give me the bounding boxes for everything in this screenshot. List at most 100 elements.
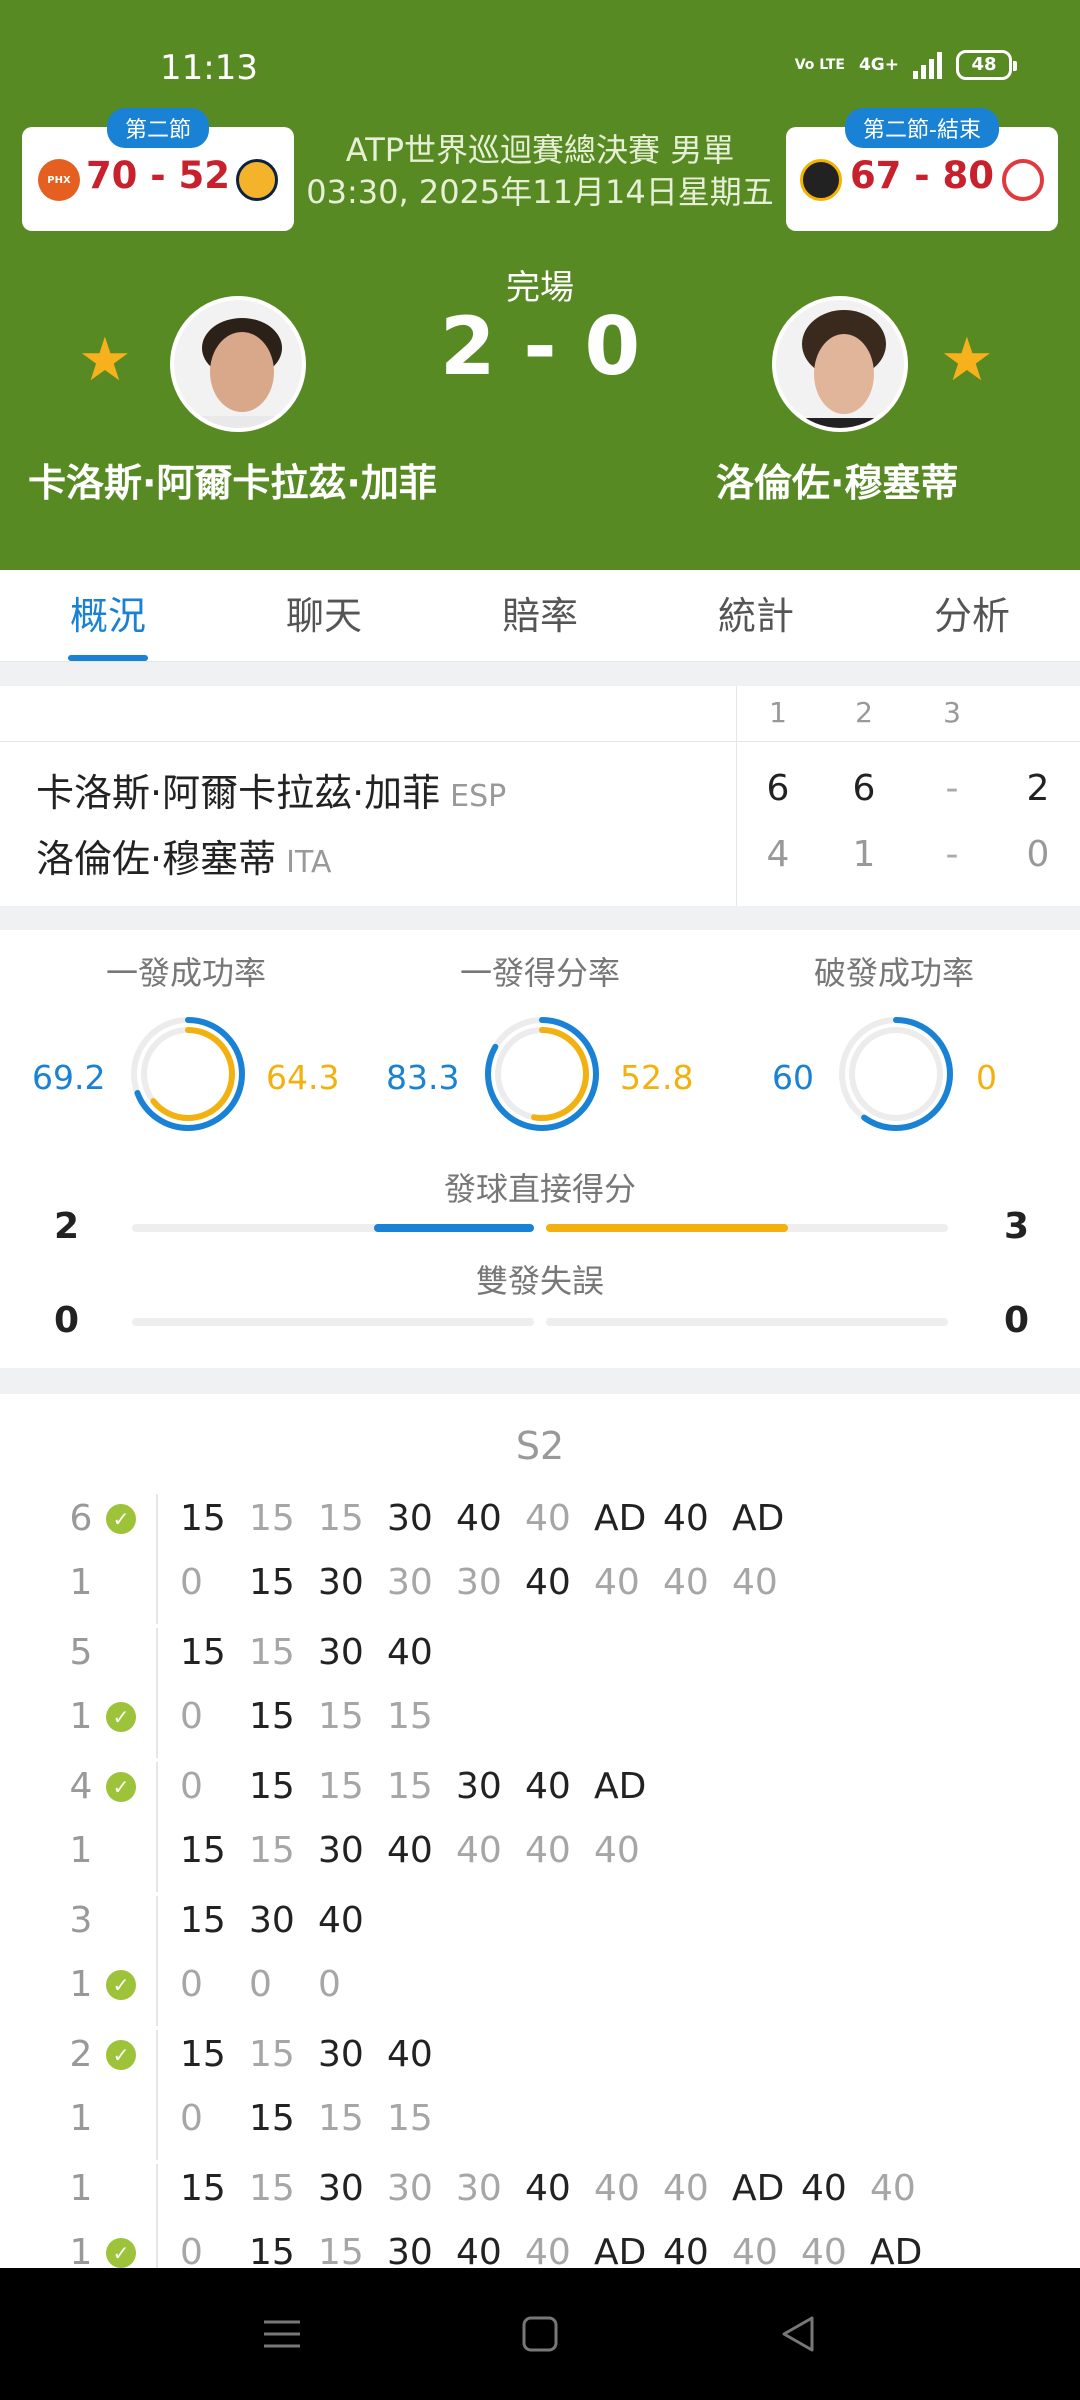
game-score-top: 6 (69, 1498, 93, 1539)
tab-chat[interactable]: 聊天 (216, 570, 432, 661)
point-score: 40 (732, 2232, 778, 2268)
scoreboard-row-player1: 卡洛斯·阿爾卡拉茲·加菲 ESP 6 6 - 2 (0, 754, 1080, 820)
double-faults-track-right (546, 1318, 948, 1326)
game-row: 4 1 ✓ 0 15 15 15 30 40 AD 15 15 30 40 40 40 40 (0, 1762, 1080, 1892)
tab-overview[interactable]: 概況 (0, 570, 216, 661)
player2-avatar[interactable] (772, 296, 908, 432)
game-score-top: 2 (69, 2034, 93, 2075)
point-score: 40 (594, 2168, 640, 2209)
point-score: 15 (318, 1766, 364, 1807)
point-score: 15 (180, 2034, 226, 2075)
stat-title-break-points: 破發成功率 (813, 954, 974, 992)
game-score-top: 5 (69, 1632, 93, 1673)
points-bot: 0 15 30 30 30 40 40 40 40 (180, 1562, 801, 1603)
tennis-ball-serve-icon: ✓ (106, 1970, 136, 2000)
point-score: 15 (387, 1766, 433, 1807)
sets-total: 2 (1026, 768, 1050, 809)
tennis-ball-serve-icon: ✓ (106, 1702, 136, 1732)
stat-right-value: 0 (976, 1058, 997, 1097)
point-score: 40 (525, 1498, 571, 1539)
left-game-card[interactable]: 第二節 PHX 70 - 52 (22, 108, 294, 231)
favorite-star-icon-player1[interactable]: ★ (78, 325, 132, 395)
game-divider (156, 1494, 158, 1624)
point-score: 40 (732, 1562, 778, 1603)
point-score: 30 (456, 1562, 502, 1603)
double-faults-right: 0 (1004, 1300, 1030, 1341)
scoreboard-header: 1 2 3 (0, 686, 1080, 742)
point-by-point-panel: S2 6 1 ✓ 15 15 15 30 40 40 AD 40 AD 0 15 30 30 30 40 40 40 4… (0, 1394, 1080, 2268)
tab-odds[interactable]: 賠率 (432, 570, 648, 661)
tennis-ball-serve-icon: ✓ (106, 1504, 136, 1534)
set2-score: 1 (852, 834, 876, 875)
point-score: 15 (249, 2168, 295, 2209)
tennis-ball-serve-icon: ✓ (106, 1772, 136, 1802)
right-game-period-badge: 第二節-結束 (845, 108, 999, 148)
scoreboard-player-name: 洛倫佐·穆塞蒂 ITA (36, 837, 332, 881)
hawks-logo-icon (1002, 159, 1044, 201)
point-score: 15 (249, 1632, 295, 1673)
stats-panel: 一發成功率 一發得分率 破發成功率 69.2 64.3 83.3 52.8 60… (0, 930, 1080, 1368)
player1-avatar[interactable] (170, 296, 306, 432)
points-top: 15 15 30 30 30 40 40 40 AD 40 40 (180, 2168, 939, 2209)
point-score: 15 (180, 1632, 226, 1673)
game-score-bottom: 1 (69, 2232, 93, 2268)
back-icon[interactable] (772, 2308, 824, 2360)
network-type: 4G+ (858, 55, 899, 75)
points-bot: 0 15 15 15 (180, 1696, 456, 1737)
match-score: 2 - 0 (439, 300, 641, 393)
point-score: AD (732, 1498, 785, 1539)
point-score: 30 (387, 1562, 433, 1603)
point-score: 0 (249, 1964, 272, 2005)
point-score: 30 (318, 2034, 364, 2075)
left-game-period-badge: 第二節 (106, 108, 210, 148)
home-icon[interactable] (514, 2308, 566, 2360)
stat-right-value: 64.3 (266, 1058, 340, 1097)
event-datetime: 03:30, 2025年11月14日星期五 (306, 173, 774, 211)
stat-ring-break-points: 60 0 (728, 1012, 1058, 1152)
player2-name: 洛倫佐·穆塞蒂 (716, 461, 959, 505)
scoreboard-row-player2: 洛倫佐·穆塞蒂 ITA 4 1 - 0 (0, 820, 1080, 886)
set-header-1: 1 (769, 696, 787, 729)
country-code: ESP (450, 779, 507, 814)
game-divider (156, 2164, 158, 2268)
set1-score: 6 (766, 768, 790, 809)
points-bot: 15 15 30 40 40 40 40 (180, 1830, 663, 1871)
tennis-ball-serve-icon: ✓ (106, 2238, 136, 2268)
game-divider (156, 1628, 158, 1758)
point-score: 0 (180, 1696, 203, 1737)
right-game-card[interactable]: 第二節-結束 67 - 80 (786, 108, 1058, 231)
point-score: 30 (387, 2232, 433, 2268)
system-nav-bar (0, 2268, 1080, 2400)
point-score: 40 (387, 1632, 433, 1673)
point-score: AD (870, 2232, 923, 2268)
status-bar: 11:13 Vo LTE 4G+ 48 (0, 40, 1080, 96)
point-score: 40 (456, 2232, 502, 2268)
point-score: 40 (456, 1830, 502, 1871)
stat-title-first-serve-won: 一發得分率 (459, 954, 620, 992)
tennis-ball-serve-icon: ✓ (106, 2040, 136, 2070)
point-score: 30 (456, 2168, 502, 2209)
stat-left-value: 60 (772, 1058, 814, 1097)
tab-stats[interactable]: 統計 (648, 570, 864, 661)
points-top: 15 30 40 (180, 1900, 387, 1941)
game-row: 6 1 ✓ 15 15 15 30 40 40 AD 40 AD 0 15 30 30 30 40 40 40 40 (0, 1494, 1080, 1624)
point-score: 15 (249, 1498, 295, 1539)
point-score: AD (594, 1766, 647, 1807)
event-title: ATP世界巡迴賽總決賽 男單 (345, 131, 735, 169)
game-score-bottom: 1 (69, 2098, 93, 2139)
point-score: 15 (249, 2232, 295, 2268)
menu-icon[interactable] (256, 2308, 308, 2360)
point-score: 0 (180, 1766, 203, 1807)
point-score: 15 (318, 1696, 364, 1737)
point-score: 40 (525, 1830, 571, 1871)
game-score-top: 1 (69, 2168, 93, 2209)
aces-label: 發球直接得分 (443, 1170, 636, 1208)
game-divider (156, 1896, 158, 2026)
favorite-star-icon-player2[interactable]: ★ (940, 325, 994, 395)
volte-icon: Vo LTE (794, 57, 845, 73)
tab-analysis[interactable]: 分析 (864, 570, 1080, 661)
game-score-bottom: 1 (69, 1562, 93, 1603)
points-top: 0 15 15 15 30 40 AD (180, 1766, 663, 1807)
aces-fill-left (374, 1224, 534, 1232)
point-score: 15 (318, 2232, 364, 2268)
